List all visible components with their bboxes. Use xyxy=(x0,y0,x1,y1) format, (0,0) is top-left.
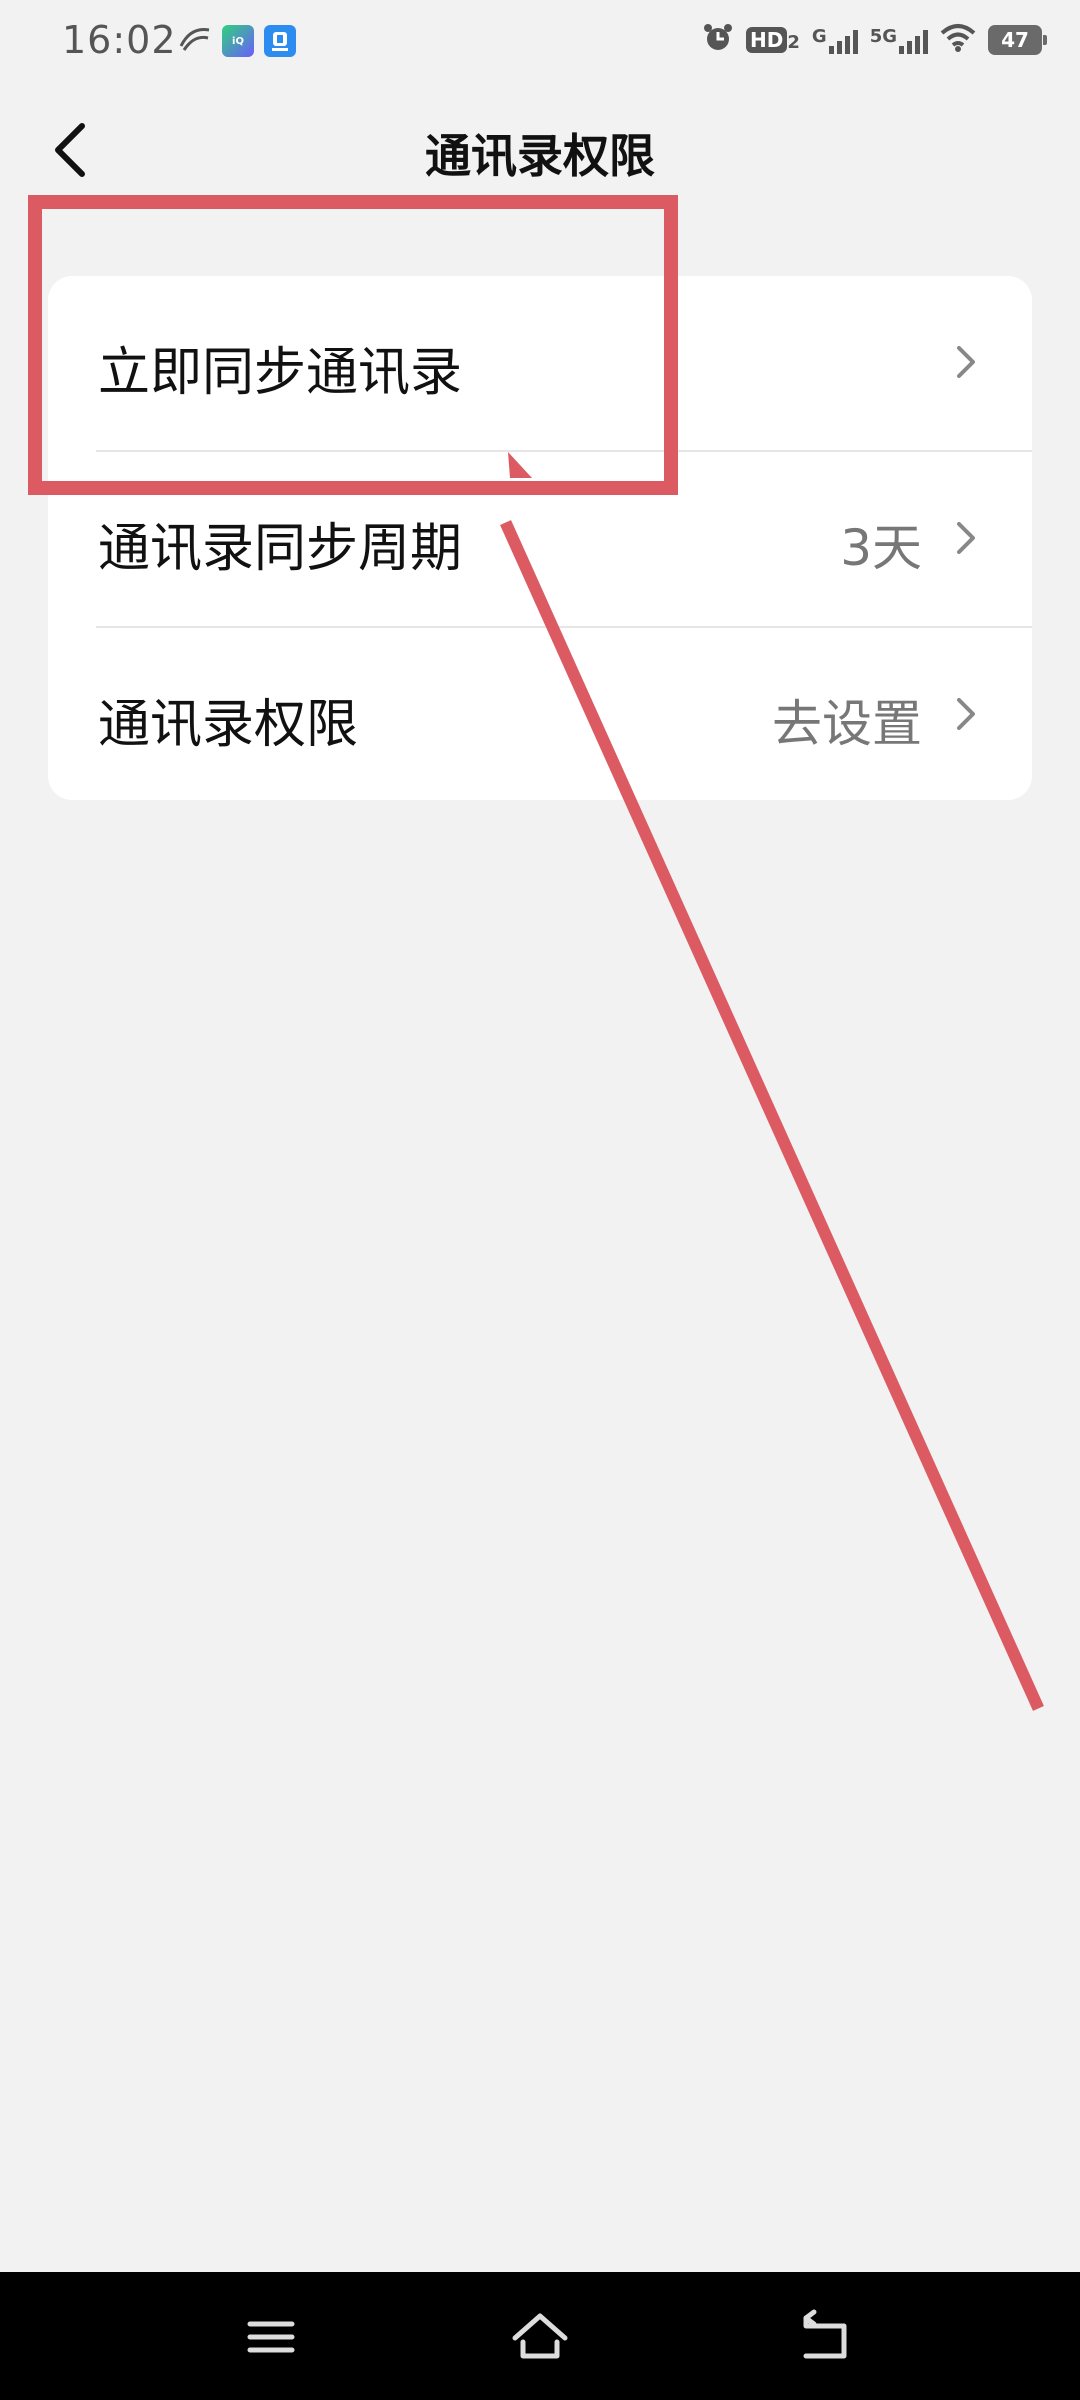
chevron-right-icon xyxy=(957,698,975,730)
contacts-permission-row[interactable]: 通讯录权限 去设置 xyxy=(48,628,1032,800)
home-icon xyxy=(512,2313,568,2359)
notification-icons: iQ xyxy=(178,24,296,58)
sync-period-value: 3天 xyxy=(840,519,922,577)
settings-card: 立即同步通讯录 通讯录同步周期 3天 通讯录权限 去设置 xyxy=(48,276,1032,800)
contacts-permission-value: 去设置 xyxy=(772,695,922,753)
menu-button[interactable] xyxy=(236,2302,306,2372)
system-nav-bar xyxy=(0,2272,1080,2400)
nav-back-button[interactable] xyxy=(790,2302,860,2372)
battery-icon: 47 xyxy=(988,25,1047,55)
status-bar: 16:02 iQ HD 2 G 5G 47 xyxy=(0,0,1080,84)
status-time: 16:02 xyxy=(62,18,177,62)
contacts-permission-label: 通讯录权限 xyxy=(98,695,359,755)
chevron-right-icon xyxy=(957,522,975,554)
system-status-icons: HD 2 G 5G 47 xyxy=(702,22,1047,58)
sync-now-label: 立即同步通讯录 xyxy=(98,343,463,403)
sync-period-row[interactable]: 通讯录同步周期 3天 xyxy=(48,452,1032,626)
page-title: 通讯录权限 xyxy=(425,129,655,183)
menu-icon xyxy=(247,2321,295,2353)
back-icon xyxy=(803,2309,847,2359)
home-button[interactable] xyxy=(505,2302,575,2372)
signal-g-icon: G xyxy=(812,26,858,54)
hd-icon: HD 2 xyxy=(746,27,800,53)
alarm-app-icon xyxy=(264,25,296,57)
wifi-icon xyxy=(940,23,976,57)
swoosh-icon xyxy=(178,24,212,58)
signal-5g-icon: 5G xyxy=(870,26,928,54)
sync-now-row[interactable]: 立即同步通讯录 xyxy=(48,276,1032,450)
sync-period-label: 通讯录同步周期 xyxy=(98,519,463,579)
iqiyi-app-icon: iQ xyxy=(222,25,254,57)
alarm-icon xyxy=(702,22,734,58)
chevron-right-icon xyxy=(957,346,975,378)
app-header: 通讯录权限 xyxy=(0,100,1080,210)
